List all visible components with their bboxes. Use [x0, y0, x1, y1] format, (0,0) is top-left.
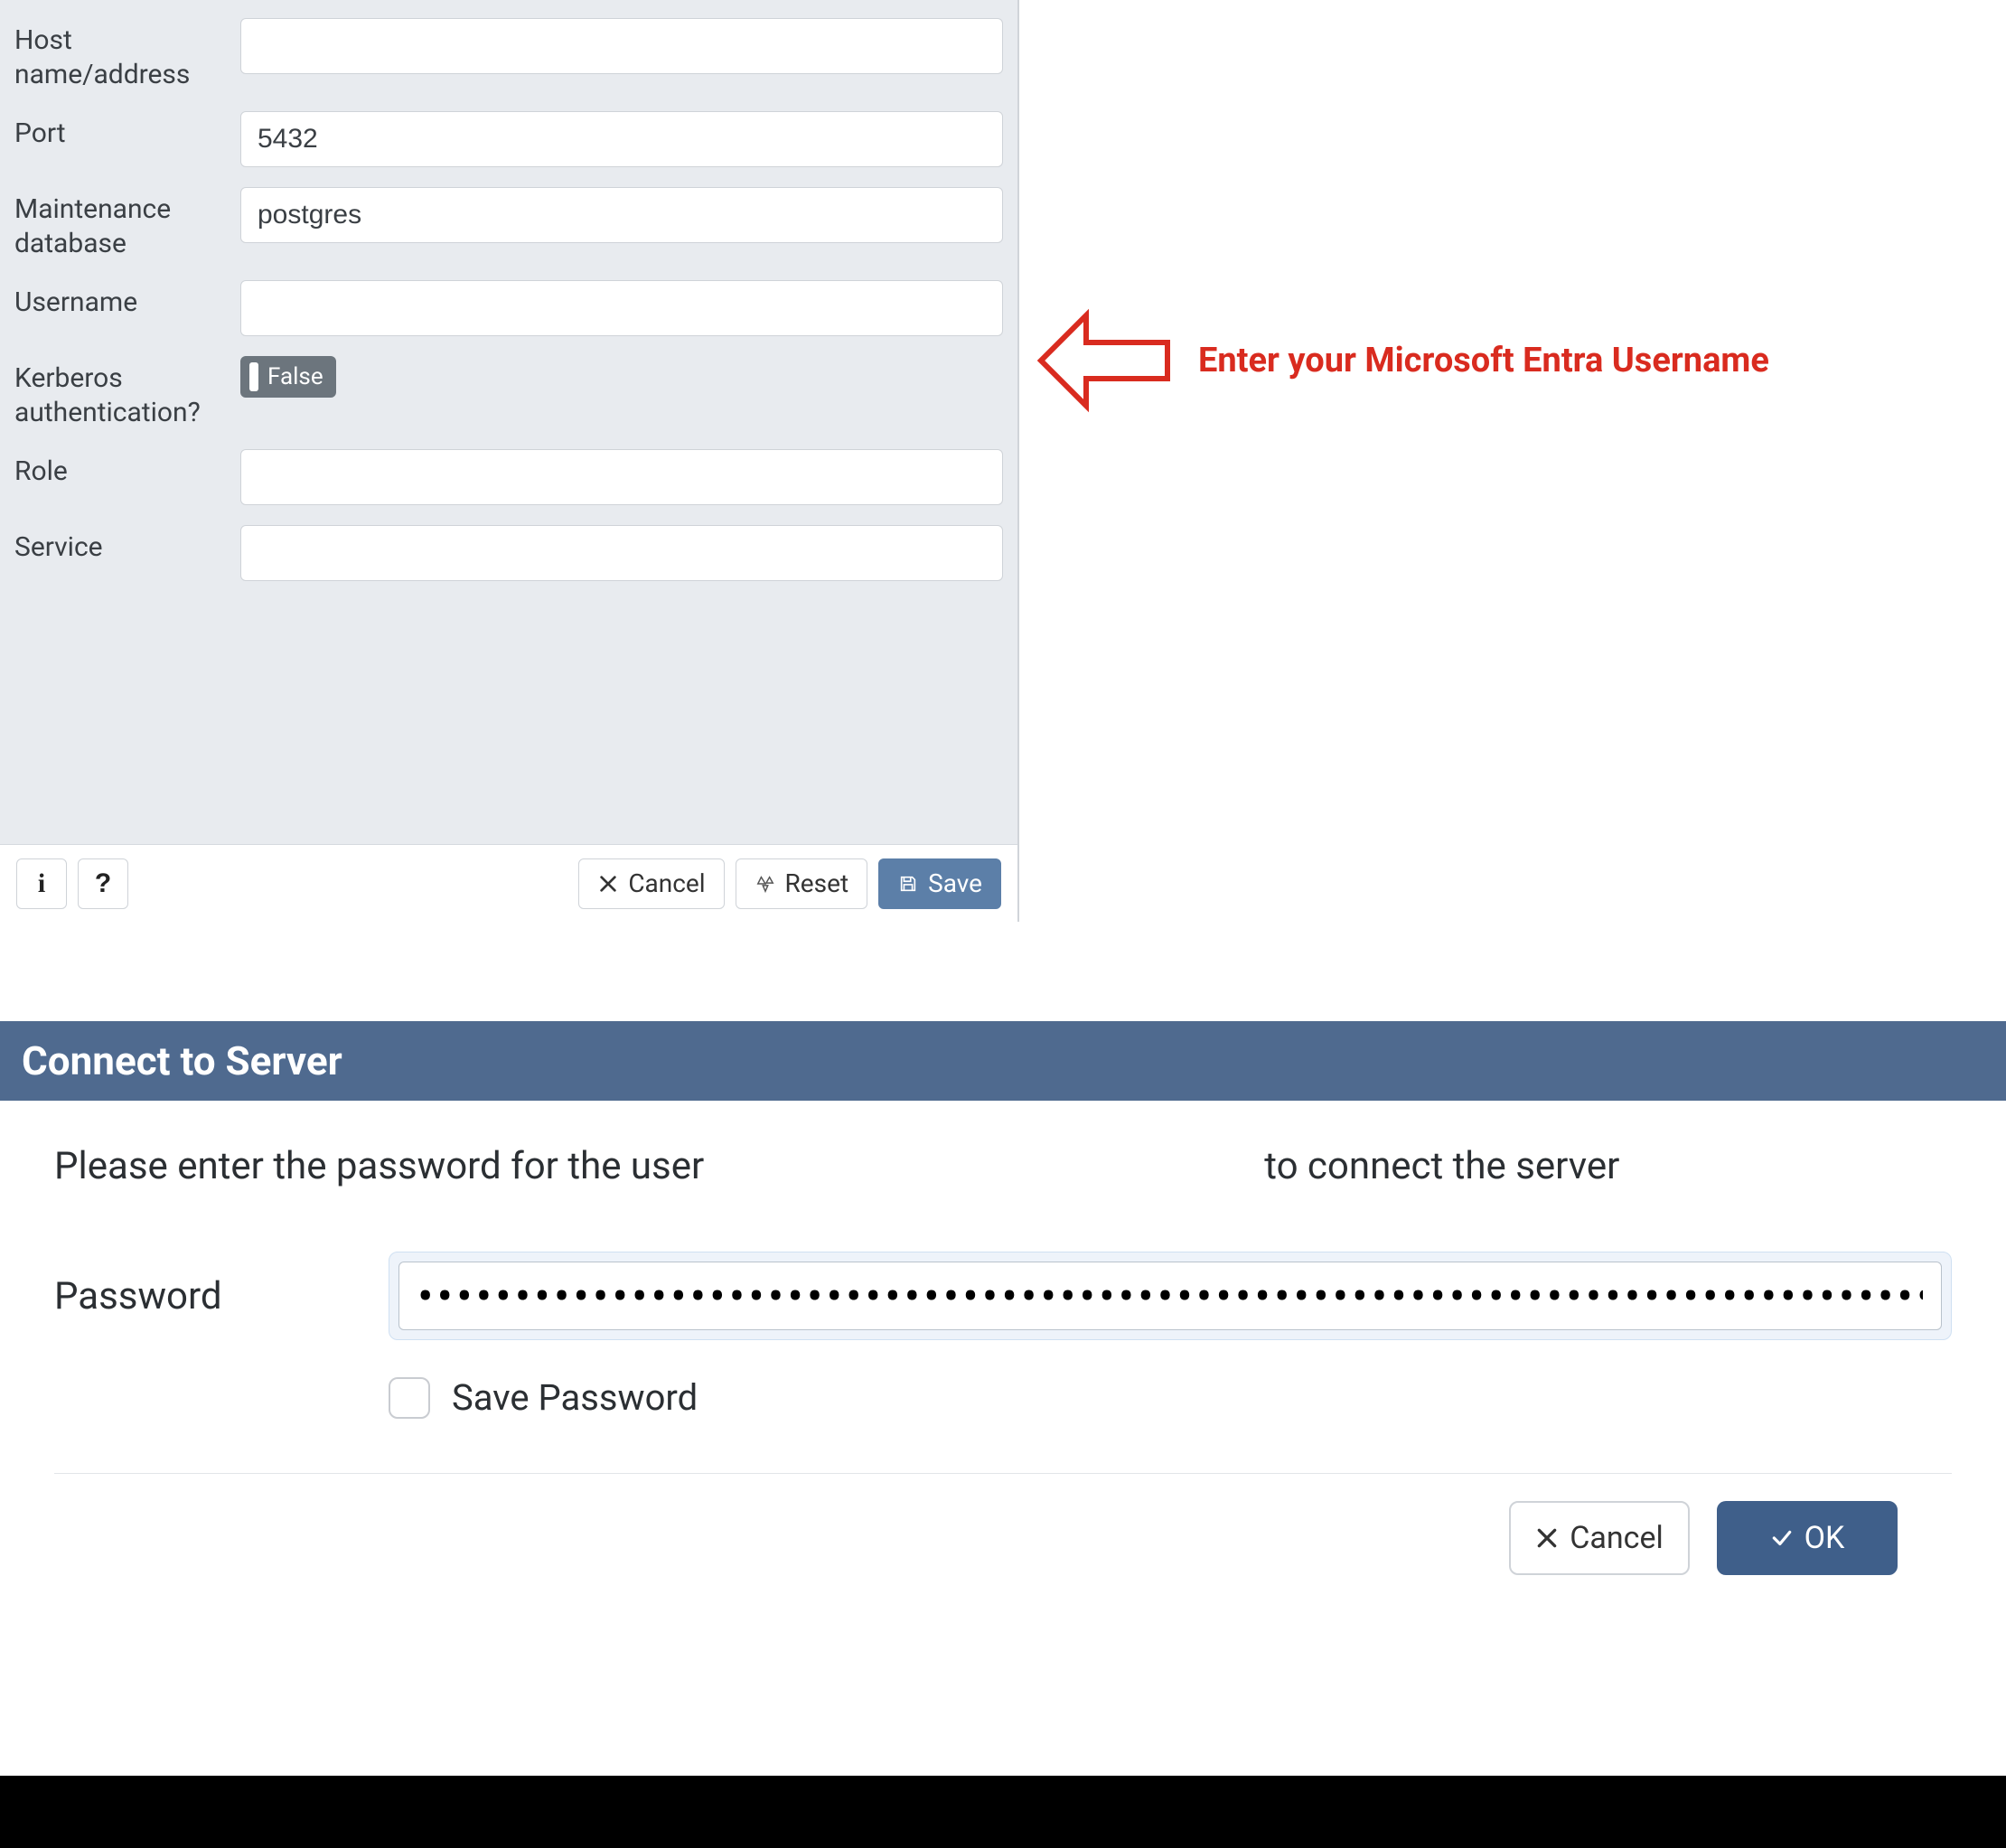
role-label: Role: [14, 449, 240, 489]
help-icon: ?: [95, 868, 111, 899]
dialog-footer: Cancel OK: [54, 1473, 1952, 1575]
close-icon: [1535, 1526, 1559, 1550]
save-password-checkbox[interactable]: [389, 1377, 430, 1419]
maintenance-db-input[interactable]: [240, 187, 1003, 243]
cancel-button[interactable]: Cancel: [578, 858, 724, 909]
close-icon: [597, 873, 619, 895]
username-input[interactable]: [240, 280, 1003, 336]
bottom-mask: [0, 1776, 2006, 1848]
service-input[interactable]: [240, 525, 1003, 581]
callout-text: Enter your Microsoft Entra Username: [1198, 341, 1769, 380]
port-input[interactable]: [240, 111, 1003, 167]
role-input[interactable]: [240, 449, 1003, 505]
host-label: Host name/address: [14, 18, 240, 91]
connect-to-server-dialog: Connect to Server Please enter the passw…: [0, 1021, 2006, 1611]
reset-button-label: Reset: [785, 868, 849, 898]
cancel-button-label: Cancel: [628, 868, 705, 898]
kerberos-toggle[interactable]: False: [240, 356, 336, 398]
dialog-prompt-suffix: to connect the server: [1264, 1144, 1619, 1188]
save-button[interactable]: Save: [878, 858, 1001, 909]
dialog-cancel-button[interactable]: Cancel: [1509, 1501, 1690, 1575]
password-label: Password: [54, 1274, 298, 1318]
maintenance-db-label: Maintenance database: [14, 187, 240, 260]
port-label: Port: [14, 111, 240, 151]
help-button[interactable]: ?: [78, 858, 128, 909]
dialog-ok-button[interactable]: OK: [1717, 1501, 1898, 1575]
callout-annotation: Enter your Microsoft Entra Username: [1032, 306, 1990, 415]
dialog-cancel-label: Cancel: [1570, 1520, 1664, 1556]
arrow-left-icon: [1032, 306, 1176, 415]
service-label: Service: [14, 525, 240, 565]
save-password-label: Save Password: [452, 1376, 698, 1419]
info-icon: i: [38, 868, 45, 899]
dialog-title: Connect to Server: [0, 1021, 2006, 1101]
password-input-frame: [389, 1252, 1952, 1340]
password-input[interactable]: [398, 1262, 1942, 1330]
reset-button[interactable]: Reset: [736, 858, 868, 909]
save-button-label: Save: [928, 868, 982, 898]
host-input[interactable]: [240, 18, 1003, 74]
username-label: Username: [14, 280, 240, 320]
connection-form-panel: Host name/address Port Maintenance datab…: [0, 0, 1019, 922]
save-icon: [897, 873, 919, 895]
recycle-icon: [755, 873, 776, 895]
info-button[interactable]: i: [16, 858, 67, 909]
dialog-ok-label: OK: [1804, 1520, 1845, 1556]
kerberos-label: Kerberos authentication?: [14, 356, 240, 429]
toggle-knob: [249, 362, 258, 391]
dialog-prompt-prefix: Please enter the password for the user: [54, 1144, 704, 1188]
check-icon: [1770, 1526, 1794, 1550]
form-footer: i ? Cancel Reset S: [0, 844, 1017, 922]
dialog-prompt: Please enter the password for the user t…: [54, 1144, 1952, 1188]
kerberos-toggle-value: False: [267, 363, 323, 390]
